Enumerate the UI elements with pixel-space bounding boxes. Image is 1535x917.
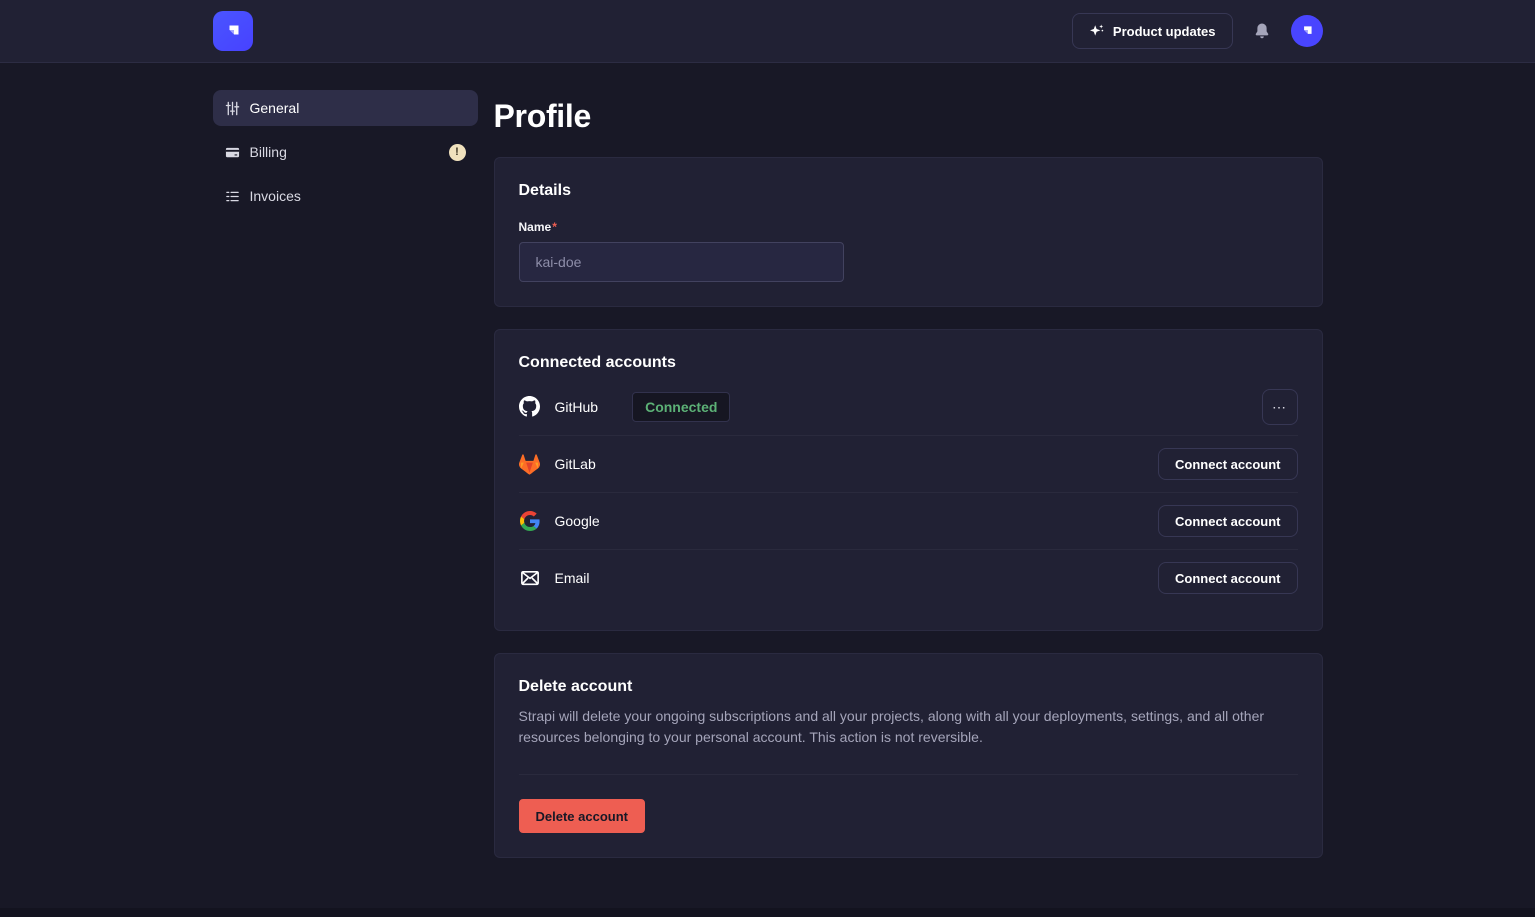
bell-icon	[1253, 22, 1271, 40]
email-connect-button[interactable]: Connect account	[1158, 562, 1297, 594]
sidebar-item-invoices[interactable]: Invoices	[213, 178, 478, 214]
details-card: Details Name*	[494, 157, 1323, 307]
name-input[interactable]	[519, 242, 844, 282]
sidebar-item-label: Billing	[250, 144, 287, 160]
required-asterisk: *	[552, 220, 557, 234]
billing-warning-badge: !	[449, 144, 466, 161]
sparkles-icon	[1089, 23, 1105, 39]
invoice-list-icon	[225, 189, 240, 204]
page-title: Profile	[494, 98, 1323, 135]
delete-account-card: Delete account Strapi will delete your o…	[494, 653, 1323, 858]
product-updates-button[interactable]: Product updates	[1072, 13, 1233, 49]
connected-accounts-title: Connected accounts	[519, 354, 1298, 372]
sidebar-item-general[interactable]: General	[213, 90, 478, 126]
account-row-github: GitHub Connected ⋯	[519, 378, 1298, 435]
connected-status-badge: Connected	[632, 392, 730, 422]
divider	[519, 774, 1298, 775]
delete-account-title: Delete account	[519, 678, 1298, 696]
sidebar-item-label: General	[250, 100, 300, 116]
settings-sidebar: General Billing ! Invoices	[213, 90, 478, 898]
gitlab-icon	[519, 454, 541, 475]
avatar-strapi-mark-icon	[1297, 21, 1317, 41]
name-field-label: Name*	[519, 220, 557, 234]
notifications-button[interactable]	[1249, 18, 1275, 44]
account-row-google: Google Connect account	[519, 492, 1298, 549]
sidebar-item-billing[interactable]: Billing !	[213, 134, 478, 170]
strapi-logo[interactable]	[213, 11, 253, 51]
strapi-mark-icon	[221, 19, 245, 43]
bottom-edge-strip	[0, 908, 1535, 917]
github-icon	[519, 396, 541, 417]
account-row-email: Email Connect account	[519, 549, 1298, 606]
email-icon	[519, 568, 541, 588]
gitlab-connect-button[interactable]: Connect account	[1158, 448, 1297, 480]
details-card-title: Details	[519, 182, 1298, 200]
sliders-icon	[225, 101, 240, 116]
account-name: Email	[555, 570, 590, 586]
sidebar-item-label: Invoices	[250, 188, 301, 204]
profile-main: Profile Details Name* Connected accounts…	[494, 90, 1323, 898]
account-row-gitlab: GitLab Connect account	[519, 435, 1298, 492]
github-options-button[interactable]: ⋯	[1262, 389, 1298, 425]
user-avatar[interactable]	[1291, 15, 1323, 47]
account-name: GitLab	[555, 456, 596, 472]
account-name: GitHub	[555, 399, 599, 415]
product-updates-label: Product updates	[1113, 24, 1216, 39]
google-connect-button[interactable]: Connect account	[1158, 505, 1297, 537]
delete-account-button[interactable]: Delete account	[519, 799, 645, 833]
credit-card-icon	[225, 145, 240, 160]
account-name: Google	[555, 513, 600, 529]
delete-account-description: Strapi will delete your ongoing subscrip…	[519, 706, 1298, 748]
google-icon	[519, 511, 541, 531]
connected-accounts-card: Connected accounts GitHub Connected ⋯	[494, 329, 1323, 631]
top-bar: Product updates	[0, 0, 1535, 63]
